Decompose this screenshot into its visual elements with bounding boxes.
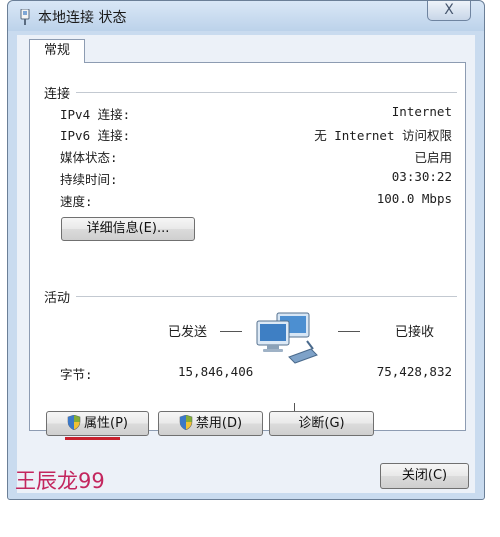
sent-label: 已发送 — [168, 325, 208, 340]
network-computers-icon — [256, 312, 318, 364]
bytes-sent-value: 15,846,406 — [178, 364, 254, 379]
status-dialog-window: 本地连接 状态 X 常规 连接 IPv4 连接: Internet IPv6 连… — [7, 0, 485, 500]
uac-shield-icon — [179, 415, 193, 430]
diagnose-button[interactable]: 诊断(G) — [269, 411, 374, 436]
sent-connector-line — [220, 331, 242, 332]
disable-button[interactable]: 禁用(D) — [158, 411, 263, 436]
bytes-received-value: 75,428,832 — [376, 364, 452, 379]
ipv6-label: IPv6 连接: — [60, 128, 131, 143]
author-signature: 王辰龙99 — [15, 469, 105, 493]
bytes-label: 字节: — [60, 367, 93, 382]
window-close-button[interactable]: X — [427, 1, 471, 21]
close-button[interactable]: 关闭(C) — [380, 463, 469, 489]
ipv4-label: IPv4 连接: — [60, 107, 131, 122]
section-divider — [76, 296, 457, 297]
media-state-value: 已启用 — [414, 150, 452, 165]
section-heading-connection: 连接 — [44, 87, 71, 102]
window-title: 本地连接 状态 — [38, 10, 127, 26]
dialog-client-area: 常规 连接 IPv4 连接: Internet IPv6 连接: 无 Inter… — [17, 35, 475, 493]
media-state-label: 媒体状态: — [60, 150, 118, 165]
title-bar[interactable]: 本地连接 状态 X — [8, 1, 484, 31]
properties-highlight-underline — [65, 437, 120, 440]
tab-general[interactable]: 常规 — [29, 39, 85, 63]
network-adapter-icon — [20, 9, 30, 25]
ipv4-value: Internet — [391, 104, 452, 119]
details-button[interactable]: 详细信息(E)... — [61, 217, 195, 241]
general-tab-panel: 连接 IPv4 连接: Internet IPv6 连接: 无 Internet… — [29, 62, 466, 431]
properties-button-label: 属性(P) — [84, 416, 128, 431]
speed-value: 100.0 Mbps — [376, 191, 452, 206]
disable-button-label: 禁用(D) — [195, 416, 243, 431]
received-label: 已接收 — [395, 325, 435, 340]
duration-value: 03:30:22 — [391, 169, 452, 184]
speed-label: 速度: — [60, 194, 93, 209]
section-divider — [76, 92, 457, 93]
section-heading-activity: 活动 — [44, 291, 71, 306]
properties-button[interactable]: 属性(P) — [46, 411, 149, 436]
received-connector-line — [338, 331, 360, 332]
duration-label: 持续时间: — [60, 172, 118, 187]
ipv6-value: 无 Internet 访问权限 — [314, 128, 452, 143]
uac-shield-icon — [67, 415, 81, 430]
